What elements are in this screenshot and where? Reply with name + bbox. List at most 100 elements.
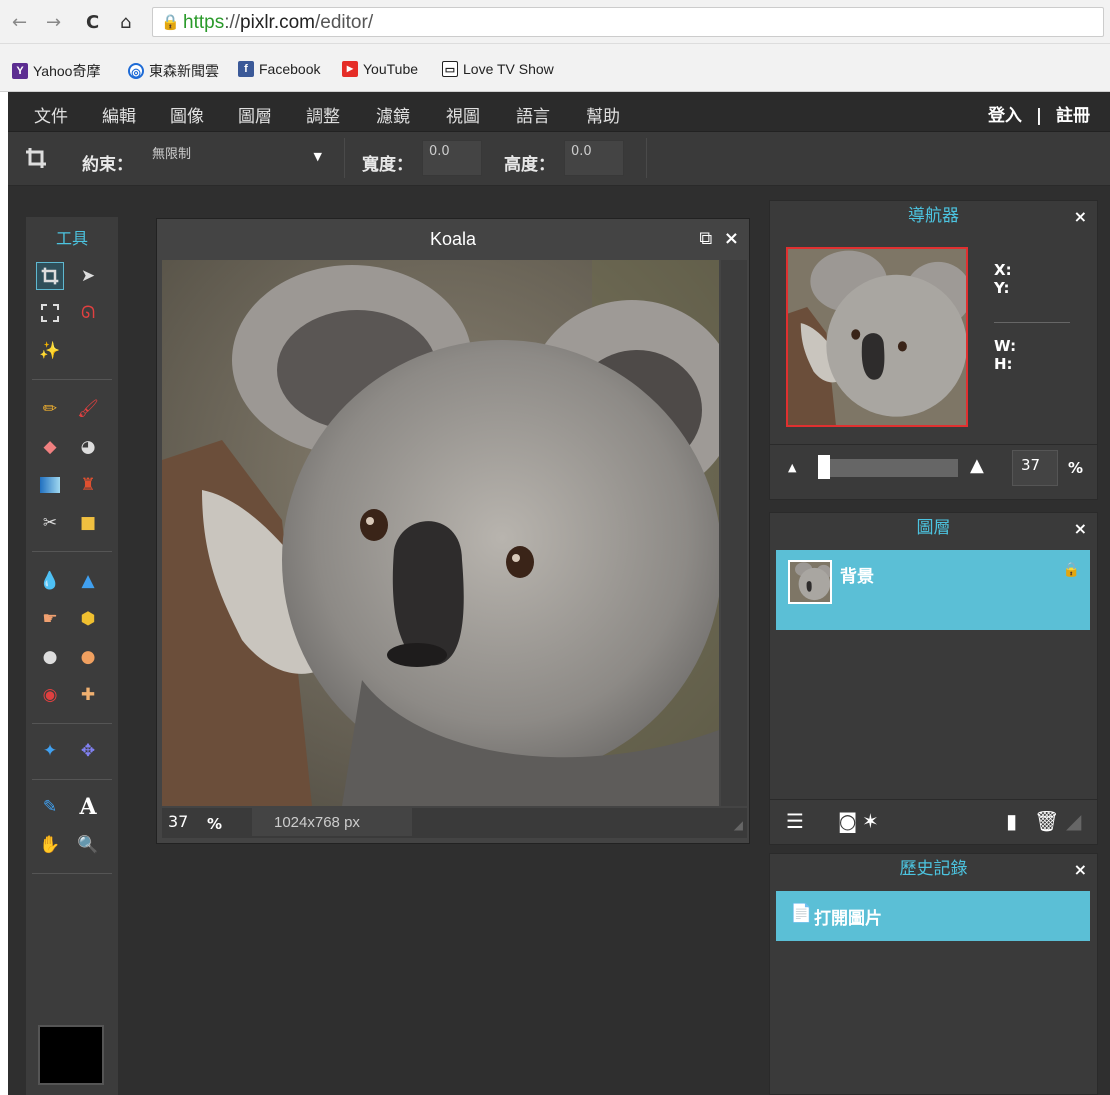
marquee-tool[interactable] xyxy=(36,299,64,327)
layers-title: 圖層 xyxy=(916,518,951,538)
stamp-tool[interactable]: ♜ xyxy=(74,471,102,499)
width-input[interactable]: 0.0 xyxy=(422,140,482,176)
lasso-tool[interactable]: ᘏ xyxy=(74,299,102,327)
text-icon: A xyxy=(79,794,97,820)
menu-adjust[interactable]: 調整 xyxy=(306,102,340,127)
layer-item[interactable]: 背景 🔒 xyxy=(776,550,1090,630)
sharpen-icon: ▲ xyxy=(81,571,95,591)
constraint-select[interactable]: 無限制 ▼ xyxy=(146,140,326,176)
menu-help[interactable]: 幫助 xyxy=(586,102,620,127)
zoom-out-icon[interactable]: ▲ xyxy=(788,461,796,474)
bookmark-yahoo[interactable]: Y Yahoo奇摩 xyxy=(12,61,100,81)
primary-color-swatch[interactable] xyxy=(38,1025,104,1085)
pixlr-editor: 文件 編輯 圖像 圖層 調整 濾鏡 視圖 語言 幫助 登入 | 註冊 約束： 無… xyxy=(8,92,1110,1095)
navigator-title: 導航器 xyxy=(908,206,959,226)
type-tool[interactable]: A xyxy=(74,793,102,821)
history-panel: 歷史記錄 × 📄 打開圖片 xyxy=(769,853,1098,1095)
eraser-icon: ◆ xyxy=(43,437,57,457)
lasso-icon: ᘏ xyxy=(80,303,96,323)
reload-button[interactable]: C xyxy=(86,12,99,33)
layer-mask-icon[interactable]: ◙ xyxy=(838,809,857,833)
login-link[interactable]: 登入 xyxy=(988,106,1022,126)
divider xyxy=(32,873,112,874)
zoom-input[interactable]: 37 xyxy=(1012,450,1058,486)
image-canvas[interactable] xyxy=(162,260,719,806)
eyedropper-icon: ✎ xyxy=(42,797,58,817)
divider xyxy=(32,779,112,780)
monitor-icon: ▭ xyxy=(442,61,458,77)
register-link[interactable]: 註冊 xyxy=(1056,106,1090,126)
menu-edit[interactable]: 編輯 xyxy=(102,102,136,127)
resize-grip-icon[interactable]: ◢ xyxy=(734,818,743,832)
navigator-thumbnail[interactable] xyxy=(786,247,968,427)
history-item[interactable]: 📄 打開圖片 xyxy=(776,891,1090,941)
blur-tool[interactable]: 💧 xyxy=(36,567,64,595)
bucket-tool[interactable]: ◕ xyxy=(74,433,102,461)
wand-tool[interactable]: ✨ xyxy=(36,337,64,365)
w-label: W: xyxy=(994,337,1017,355)
back-button[interactable]: ← xyxy=(12,12,27,33)
url-input[interactable]: 🔒 https://pixlr.com/editor/ xyxy=(152,7,1104,37)
menu-image[interactable]: 圖像 xyxy=(170,102,204,127)
pencil-tool[interactable]: ✏ xyxy=(36,395,64,423)
zoom-slider-handle[interactable] xyxy=(818,455,830,479)
menu-file[interactable]: 文件 xyxy=(34,102,68,127)
resize-grip-icon[interactable]: ◢ xyxy=(1066,809,1081,833)
navigator-zoom-row: ▲ ▲ 37 % xyxy=(770,444,1097,494)
move-icon: ➤ xyxy=(80,266,96,286)
dodge-tool[interactable]: ● xyxy=(74,643,102,671)
trash-icon[interactable]: 🗑 xyxy=(1034,809,1059,833)
bookmark-facebook[interactable]: f Facebook xyxy=(238,61,320,77)
pinch-icon: ✥ xyxy=(80,741,96,761)
gradient-tool[interactable] xyxy=(36,471,64,499)
menu-layer[interactable]: 圖層 xyxy=(238,102,272,127)
home-button[interactable]: ⌂ xyxy=(120,12,131,33)
burn-tool[interactable]: ● xyxy=(36,643,64,671)
sharpen-tool[interactable]: ▲ xyxy=(74,567,102,595)
lock-icon[interactable]: 🔒 xyxy=(1063,562,1080,578)
eraser-tool[interactable]: ◆ xyxy=(36,433,64,461)
restore-window-icon[interactable]: ⧉ xyxy=(699,228,712,249)
layer-style-icon[interactable]: ✶ xyxy=(862,809,879,833)
color-replace-tool[interactable]: ✂ xyxy=(36,509,64,537)
smudge-tool[interactable]: ☛ xyxy=(36,605,64,633)
hand-tool[interactable]: ✋ xyxy=(36,831,64,859)
layer-thumbnail xyxy=(788,560,832,604)
replace-icon: ✂ xyxy=(42,513,58,533)
color-picker-tool[interactable]: ✎ xyxy=(36,793,64,821)
drawing-tool[interactable]: ■ xyxy=(74,509,102,537)
pencil-icon: ✏ xyxy=(42,399,58,419)
zoom-slider-track[interactable] xyxy=(818,459,958,477)
move-tool[interactable]: ➤ xyxy=(74,262,102,290)
zoom-tool[interactable]: 🔍 xyxy=(74,831,102,859)
crop-tool[interactable] xyxy=(36,262,64,290)
height-input[interactable]: 0.0 xyxy=(564,140,624,176)
bookmark-youtube[interactable]: ▶ YouTube xyxy=(342,61,418,77)
red-eye-tool[interactable]: ◉ xyxy=(36,681,64,709)
menu-filter[interactable]: 濾鏡 xyxy=(376,102,410,127)
forward-button[interactable]: → xyxy=(46,12,61,33)
menu-language[interactable]: 語言 xyxy=(516,102,550,127)
brush-tool[interactable]: 🖌 xyxy=(74,395,102,423)
constraint-label: 約束： xyxy=(82,155,133,175)
spot-heal-tool[interactable]: ✚ xyxy=(74,681,102,709)
sponge-tool[interactable]: ⬢ xyxy=(74,605,102,633)
document-scrollbar[interactable] xyxy=(721,260,747,806)
close-icon[interactable]: × xyxy=(1074,860,1087,879)
divider xyxy=(646,138,647,178)
pinch-tool[interactable]: ✥ xyxy=(74,737,102,765)
close-icon[interactable]: × xyxy=(724,228,739,249)
bookmarks-bar: Y Yahoo奇摩 ◎ 東森新聞雲 f Facebook ▶ YouTube ▭ Love… xyxy=(0,44,1110,92)
menu-view[interactable]: 視圖 xyxy=(446,102,480,127)
close-icon[interactable]: × xyxy=(1074,519,1087,538)
drop-icon: 💧 xyxy=(39,571,61,591)
layers-panel: 圖層 × 背景 🔒 ☰ ◙ ✶ ▮ 🗑 ◢ xyxy=(769,512,1098,845)
close-icon[interactable]: × xyxy=(1074,207,1087,226)
bookmark-lovetvshow[interactable]: ▭ Love TV Show xyxy=(442,61,554,77)
zoom-value[interactable]: 37 xyxy=(168,812,188,831)
zoom-in-icon[interactable]: ▲ xyxy=(970,455,984,476)
new-layer-icon[interactable]: ▮ xyxy=(1006,809,1017,833)
bloat-tool[interactable]: ✦ xyxy=(36,737,64,765)
layer-settings-icon[interactable]: ☰ xyxy=(786,809,804,833)
bookmark-ettoday[interactable]: ◎ 東森新聞雲 xyxy=(128,61,219,81)
